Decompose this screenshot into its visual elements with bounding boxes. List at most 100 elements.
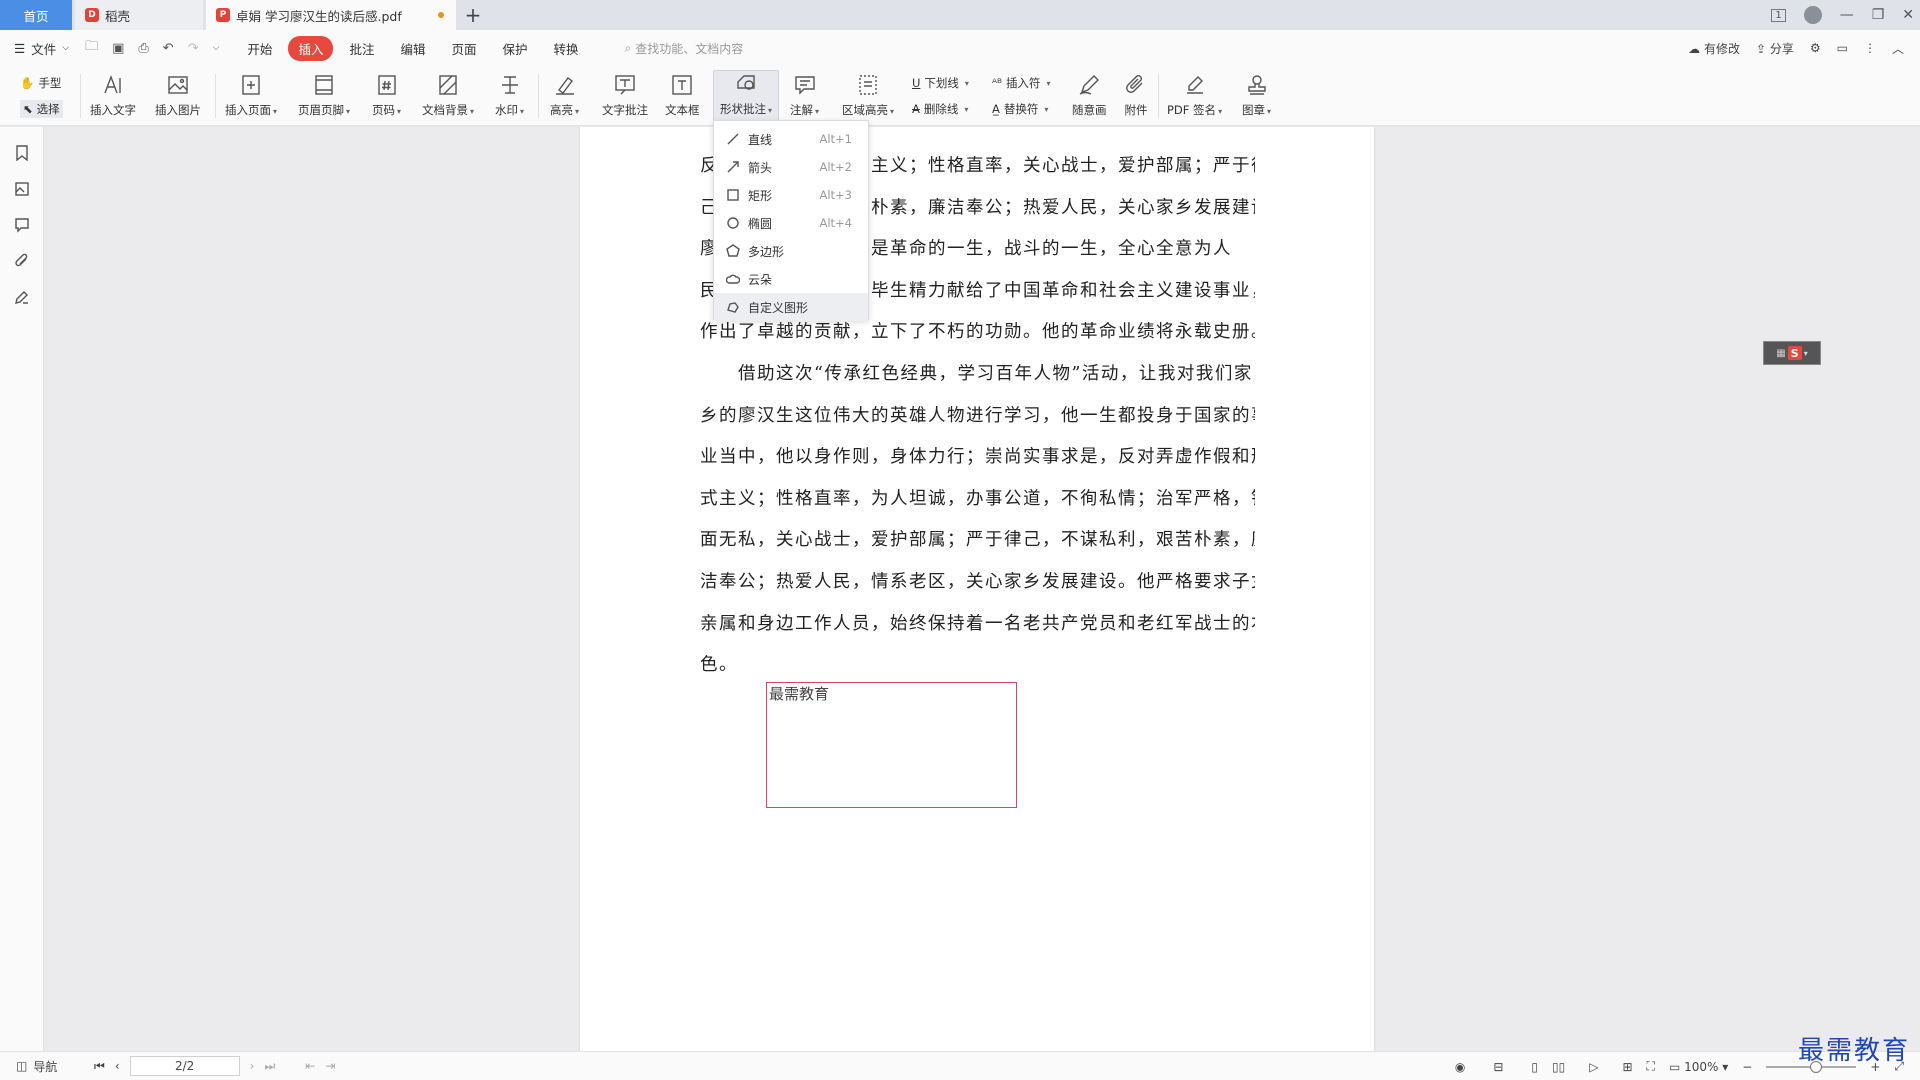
- tab-comment[interactable]: 批注: [339, 36, 384, 61]
- menu-item-label: 箭头: [748, 160, 773, 175]
- chevron-down-icon: ⌵: [62, 43, 70, 53]
- avatar[interactable]: [1803, 6, 1822, 24]
- fit-page-icon[interactable]: ⛶: [1647, 1059, 1655, 1074]
- more-icon[interactable]: ⋮: [1864, 41, 1876, 55]
- divider: [538, 74, 539, 118]
- share-button[interactable]: ⇪ 分享: [1756, 40, 1794, 57]
- tab-document[interactable]: P 卓娟 学习廖汉生的读后感.pdf: [206, 0, 456, 30]
- note-button[interactable]: 注解 ▾: [790, 70, 819, 122]
- document-canvas[interactable]: 反对弄虚作假和形式主义；性格直率，关心战士，爱护部属；严于律 己，不谋私利，艰苦朴…: [45, 127, 1920, 1051]
- undo-icon[interactable]: ↶: [163, 41, 174, 56]
- pdf-page[interactable]: 反对弄虚作假和形式主义；性格直率，关心战士，爱护部属；严于律 己，不谋私利，艰苦朴…: [580, 127, 1374, 1051]
- back-view-icon[interactable]: ⇤: [305, 1059, 315, 1073]
- select-tool-button[interactable]: ⬉ 选择: [20, 100, 63, 118]
- insert-symbol-button[interactable]: ᴬᴮ 插入符 ▾: [992, 74, 1050, 92]
- menu-item-polygon[interactable]: 多边形: [714, 237, 868, 265]
- next-page-icon[interactable]: ›: [250, 1059, 255, 1073]
- thumbnail-icon[interactable]: [14, 181, 30, 197]
- strikethrough-button[interactable]: A 删除线 ▾: [912, 100, 969, 118]
- menu-item-cloud[interactable]: 云朵: [714, 265, 868, 293]
- play-icon[interactable]: ▷: [1589, 1060, 1598, 1074]
- last-page-icon[interactable]: ⏭: [264, 1059, 275, 1074]
- doc-background-button[interactable]: 文档背景 ▾: [422, 70, 474, 122]
- page-number-button[interactable]: 页码 ▾: [372, 70, 401, 122]
- stamp-button[interactable]: 图章 ▾: [1242, 70, 1271, 122]
- search-input[interactable]: ⌕ 查找功能、文档内容: [625, 40, 744, 57]
- double-page-icon[interactable]: ▯▯: [1552, 1060, 1565, 1074]
- attachment-panel-icon[interactable]: [14, 253, 30, 269]
- annotation-text[interactable]: 最需教育: [769, 683, 829, 704]
- minimize-button[interactable]: —: [1840, 7, 1854, 23]
- underline-button[interactable]: U 下划线 ▾: [912, 74, 969, 92]
- comment-list-icon[interactable]: [14, 217, 30, 233]
- restore-button[interactable]: ❐: [1872, 7, 1885, 23]
- page-number-value: 2/2: [174, 1059, 195, 1073]
- new-tab-button[interactable]: +: [456, 0, 490, 30]
- redo-icon[interactable]: ↷: [188, 41, 199, 56]
- first-page-icon[interactable]: ⏮: [94, 1059, 105, 1074]
- tab-daoke[interactable]: D 稻壳: [75, 0, 203, 30]
- ime-toolbar[interactable]: ▦ S ▾: [1763, 341, 1821, 365]
- settings-icon[interactable]: ⚙: [1810, 41, 1821, 55]
- forward-view-icon[interactable]: ⇥: [325, 1059, 335, 1073]
- prev-page-icon[interactable]: ‹: [115, 1059, 120, 1073]
- customize-dropdown-icon[interactable]: ⌵: [213, 43, 220, 53]
- menu-item-arrow[interactable]: 箭头 Alt+2: [714, 153, 868, 181]
- eye-protection-icon[interactable]: ◉: [1455, 1060, 1465, 1074]
- fit-width-icon[interactable]: ⊟: [1493, 1060, 1503, 1074]
- tab-insert[interactable]: 插入: [288, 35, 334, 61]
- navigation-toggle[interactable]: ◫ 导航: [16, 1058, 57, 1075]
- insert-page-button[interactable]: 插入页面 ▾: [225, 70, 277, 122]
- freehand-button[interactable]: 随意画: [1072, 70, 1107, 122]
- replace-symbol-button[interactable]: A̲ 替换符 ▾: [992, 100, 1050, 118]
- save-icon[interactable]: ▣: [112, 41, 124, 56]
- insert-text-label: 插入文字: [90, 103, 136, 117]
- single-page-icon[interactable]: ▯: [1531, 1060, 1538, 1074]
- header-footer-button[interactable]: 页眉页脚 ▾: [298, 70, 350, 122]
- text-comment-button[interactable]: 文字批注: [602, 70, 648, 122]
- tab-protect[interactable]: 保护: [493, 36, 538, 61]
- daoke-logo-icon: D: [85, 8, 99, 22]
- highlight-button[interactable]: 高亮 ▾: [550, 70, 579, 122]
- collapse-ribbon-icon[interactable]: ︿: [1892, 40, 1904, 57]
- bookmark-icon[interactable]: [14, 145, 30, 161]
- page-number-input[interactable]: 2/2: [129, 1056, 240, 1076]
- zoom-dropdown[interactable]: ▭ 100% ▾: [1669, 1060, 1728, 1074]
- comment-panel-icon[interactable]: ▭: [1837, 41, 1848, 55]
- tab-home[interactable]: 首页: [0, 0, 72, 30]
- pdf-sign-button[interactable]: PDF 签名 ▾: [1167, 70, 1222, 122]
- caret-down-icon: ▾: [1267, 107, 1272, 116]
- has-changes-button[interactable]: ☁ 有修改: [1688, 40, 1740, 57]
- page-layout-icon[interactable]: 1: [1771, 8, 1786, 22]
- tab-start[interactable]: 开始: [237, 36, 282, 61]
- hand-tool-button[interactable]: ✋ 手型: [20, 74, 63, 92]
- custom-shape-icon: [726, 300, 740, 314]
- close-button[interactable]: ✕: [1902, 7, 1914, 23]
- tab-edit[interactable]: 编辑: [390, 36, 435, 61]
- insert-image-button[interactable]: 插入图片: [155, 70, 201, 122]
- menu-item-rectangle[interactable]: 矩形 Alt+3: [714, 181, 868, 209]
- area-highlight-button[interactable]: 区域高亮 ▾: [842, 70, 894, 122]
- attachment-button[interactable]: 附件: [1123, 70, 1149, 122]
- actual-size-icon[interactable]: ⊞: [1622, 1060, 1632, 1074]
- caret-down-icon: ▾: [397, 107, 402, 116]
- open-folder-icon[interactable]: 🗀: [85, 37, 98, 59]
- menu-item-custom-shape[interactable]: 自定义图形: [714, 293, 868, 321]
- file-menu-button[interactable]: ☰ 文件 ⌵: [14, 39, 69, 58]
- shape-comment-button[interactable]: 形状批注 ▾: [713, 70, 779, 122]
- status-bar: ◫ 导航 ⏮ ‹ 2/2 › ⏭ ⇤ ⇥ ◉ ⊟ ▯ ▯▯ ▷ ⊞ ⛶ ▭ 10…: [0, 1051, 1920, 1080]
- menu-item-line[interactable]: 直线 Alt+1: [714, 125, 868, 153]
- tab-page[interactable]: 页面: [441, 36, 486, 61]
- text-box-button[interactable]: 文本框: [665, 70, 700, 122]
- tab-convert[interactable]: 转换: [544, 36, 589, 61]
- highlight-label: 高亮: [550, 103, 573, 117]
- signature-panel-icon[interactable]: [14, 289, 30, 305]
- print-icon[interactable]: ⎙: [138, 41, 148, 56]
- rectangle-annotation[interactable]: 最需教育: [766, 682, 1017, 808]
- zoom-out-icon[interactable]: −: [1742, 1060, 1752, 1074]
- menu-item-label: 自定义图形: [748, 300, 809, 315]
- insert-text-button[interactable]: 插入文字: [90, 70, 136, 122]
- menu-item-ellipse[interactable]: 椭圆 Alt+4: [714, 209, 868, 237]
- watermark-button[interactable]: 水印 ▾: [495, 70, 524, 122]
- left-sidebar: [0, 127, 44, 1051]
